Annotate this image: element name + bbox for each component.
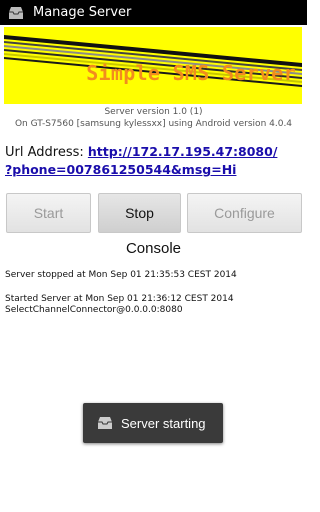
toast: Server starting [83, 403, 223, 443]
console-line: Server stopped at Mon Sep 01 21:35:53 CE… [5, 270, 237, 280]
button-row: Start Stop Configure [6, 193, 302, 233]
url-link-query[interactable]: ?phone=007861250544&msg=Hi [5, 162, 236, 177]
app-title: Manage Server [33, 5, 132, 20]
app-banner: Simple SMS Server [4, 27, 302, 104]
url-address: Url Address: http://172.17.195.47:8080/ … [5, 143, 303, 179]
action-bar: Manage Server [0, 0, 307, 25]
version-info: Server version 1.0 (1) On GT-S7560 [sams… [0, 106, 307, 130]
start-button[interactable]: Start [6, 193, 91, 233]
banner-title: Simple SMS Server [86, 61, 296, 85]
url-label: Url Address: [5, 145, 88, 160]
console-line: Started Server at Mon Sep 01 21:36:12 CE… [5, 294, 234, 304]
console-line: SelectChannelConnector@0.0.0.0:8080 [5, 305, 183, 315]
configure-button[interactable]: Configure [187, 193, 302, 233]
inbox-icon [98, 417, 112, 429]
inbox-icon [9, 6, 23, 19]
device-info: On GT-S7560 [samsung kylessxx] using And… [14, 119, 293, 129]
toast-message: Server starting [121, 415, 206, 431]
stop-button[interactable]: Stop [98, 193, 181, 233]
console-title: Console [125, 240, 182, 257]
server-version: Server version 1.0 (1) [104, 107, 203, 117]
url-link[interactable]: http://172.17.195.47:8080/ [88, 144, 278, 159]
